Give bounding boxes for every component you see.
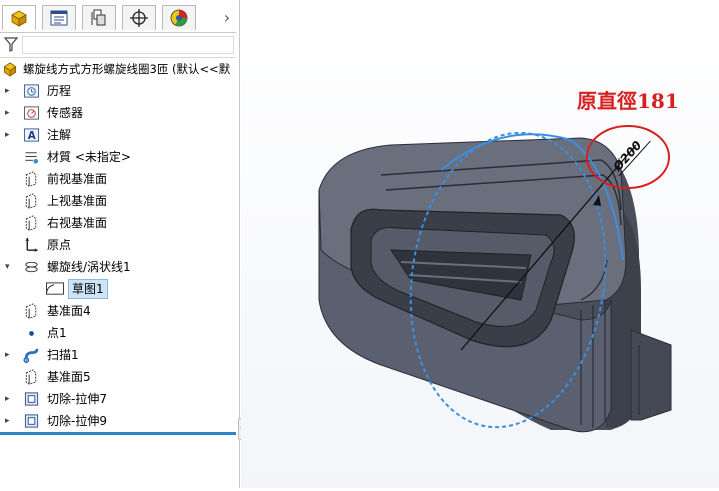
tree-item-label: 草图1 [68,279,108,299]
featuremanager-icon [11,10,27,27]
tree-item[interactable]: 材質 <未指定> [0,146,238,168]
tree-item[interactable]: ▸ 传感器 [0,102,238,124]
tree-item[interactable]: 前视基准面 [0,168,238,190]
filter-row [0,32,236,58]
tree-item-label: 点1 [47,326,67,340]
feature-manager-panel: › 螺旋线方式方形螺旋线圈3匝 (默认<<默 ▸ 历程 ▸ 传感器 ▸ A 注解材質 <未指定… [0,0,240,488]
part-icon [3,62,17,77]
plane-icon [25,193,37,209]
tree-item-label: 扫描1 [47,348,79,362]
plane-icon [25,215,37,231]
plane-icon [25,171,37,187]
tree-item-label: 原点 [47,238,72,252]
origin-icon [25,237,38,253]
plane-icon [25,303,37,319]
history-icon [23,84,40,98]
propertymanager-icon [50,10,68,26]
dimxpert-tab[interactable] [122,5,156,30]
point-icon [29,331,34,336]
featuremanager-tab[interactable] [2,5,36,30]
tree-item[interactable]: 草图1 [0,278,238,300]
tree-item[interactable]: ▾ 螺旋线/涡状线1 [0,256,238,278]
collapse-arrow-icon[interactable]: ▾ [5,256,15,278]
more-tabs-button[interactable]: › [217,8,237,28]
tree-item-label: 上视基准面 [47,194,108,208]
tree-item[interactable]: ▸ A 注解 [0,124,238,146]
expand-arrow-icon[interactable]: ▸ [5,124,15,146]
expand-arrow-icon[interactable]: ▸ [5,102,15,124]
sketch-icon [46,282,64,295]
model-view: Ø200 [318,125,672,433]
part-body [318,137,672,433]
expand-arrow-icon[interactable]: ▸ [5,410,15,432]
expand-arrow-icon[interactable]: ▸ [5,344,15,366]
configurationmanager-tab[interactable] [82,5,116,30]
tree-item-label: 传感器 [47,106,84,120]
cut-extrude-icon [24,414,39,428]
tree-item[interactable]: 基准面4 [0,300,238,322]
tree-item-label: 前视基准面 [47,172,108,186]
configurationmanager-icon [91,9,106,26]
cut-extrude-icon [24,392,39,406]
expand-arrow-icon[interactable]: ▸ [5,80,15,102]
graphics-area[interactable]: Ø200 [241,0,719,488]
tree-item-label: 基准面5 [47,370,91,384]
tree-item[interactable]: ▸ 扫描1 [0,344,238,366]
dimxpert-icon [130,9,148,27]
sweep-icon [23,348,39,363]
tree-item[interactable]: ▸ 历程 [0,80,238,102]
tree-item-label: 历程 [47,84,72,98]
filter-input[interactable] [22,36,234,54]
filter-icon[interactable] [4,37,18,52]
tree-root-part[interactable]: 螺旋线方式方形螺旋线圈3匝 (默认<<默 [0,58,238,80]
propertymanager-tab[interactable] [42,5,76,30]
tree-item[interactable]: 右视基准面 [0,212,238,234]
tree-item-label: 切除-拉伸9 [47,414,107,428]
tree-item-label: 材質 <未指定> [47,150,131,164]
rollback-bar[interactable] [0,432,236,435]
tree-item[interactable]: 点1 [0,322,238,344]
expand-arrow-icon[interactable]: ▸ [5,388,15,410]
annotation-icon: A [23,128,40,142]
tree-item[interactable]: 基准面5 [0,366,238,388]
tree-item[interactable]: ▸ 切除-拉伸9 [0,410,238,432]
tree-item[interactable]: ▸ 切除-拉伸7 [0,388,238,410]
tree-item-label: 注解 [47,128,72,142]
display-manager-tab[interactable] [162,5,196,30]
tree-item[interactable]: 上视基准面 [0,190,238,212]
tree-item-label: 切除-拉伸7 [47,392,107,406]
svg-text:A: A [28,130,36,142]
annotation-text: 原直徑181 [577,89,679,113]
plane-icon [25,369,37,385]
tree-item-label: 螺旋线方式方形螺旋线圈3匝 (默认<<默 [23,62,231,76]
helix-icon [25,261,38,273]
tree-item-label: 螺旋线/涡状线1 [47,260,131,274]
tree-item-label: 基准面4 [47,304,91,318]
feature-tree: 螺旋线方式方形螺旋线圈3匝 (默认<<默 ▸ 历程 ▸ 传感器 ▸ A 注解材質 <未指定> 前… [0,58,238,432]
tree-item-label: 右视基准面 [47,216,108,230]
material-icon [25,152,39,164]
manager-tabbar: › [0,2,240,32]
tree-item[interactable]: 原点 [0,234,238,256]
display-manager-icon [170,9,188,27]
sensor-icon [23,106,40,120]
